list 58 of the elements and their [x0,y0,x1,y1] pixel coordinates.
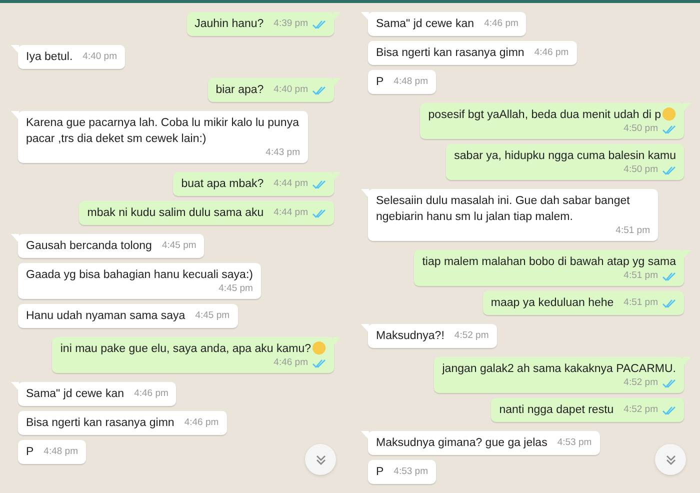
message-text: Gausah bercanda tolong [26,239,152,254]
message-text: P [376,75,384,90]
message-text: buat apa mbak? [181,177,264,192]
message-text: nanti ngga dapet restu [499,403,614,418]
message-text: Maksudnya?! [376,329,444,344]
message-time: 4:43 pm [266,147,300,159]
message-text: Karena gue pacarnya lah. Coba lu mikir kalo lu punya pacar ,trs dia deket sm cewek lain:) [26,116,300,147]
message-time: 4:46 pm [134,388,168,400]
message-time: 4:52 pm [454,330,489,342]
message-time: 4:46 pm [484,18,518,30]
message-time: 4:46 pm [184,417,219,429]
message-time: 4:44 pm [274,178,308,190]
message-time: 4:51 pm [624,270,658,282]
message-text: Iya betul. [26,50,73,65]
message-time: 4:45 pm [162,240,196,252]
message-time: 4:50 pm [624,123,658,135]
message-text: Sama" jd cewe kan [26,387,124,402]
message-text: Jauhin hanu? [194,17,264,32]
message-text: maap ya keduluan hehe [490,296,614,311]
message-text: P [26,445,34,460]
message-time: 4:52 pm [624,404,658,416]
message-text: P [376,465,384,480]
message-text: Bisa ngerti kan rasanya gimn [376,46,524,61]
message-text: jangan galak2 ah sama kakaknya PACARMU. [442,362,676,377]
message-text: biar apa? [216,83,264,98]
message-time: 4:40 pm [274,84,308,96]
message-time: 4:46 pm [274,357,308,369]
message-time: 4:53 pm [557,437,592,449]
message-text: Selesaiin dulu masalah ini. Gue dah sabar banget ngebiarin hanu sm lu jalan tiap malem. [376,194,631,225]
message-time: 4:50 pm [624,164,658,176]
message-time: 4:45 pm [195,310,230,322]
message-time: 4:48 pm [394,76,428,88]
message-text: Bisa ngerti kan rasanya gimn [26,416,174,431]
message-time: 4:48 pm [44,446,78,458]
scroll-down-button[interactable] [305,444,336,475]
message-text: mbak ni kudu salim dulu sama aku [87,206,264,221]
message-text: Hanu udah nyaman sama saya [26,309,186,324]
message-text: Maksudnya gimana? gue ga jelas [376,436,548,451]
message-text: tiap malem malahan bobo di bawah atap yg sama [422,255,676,270]
message-time: 4:53 pm [394,466,428,478]
message-time: 4:44 pm [274,207,308,219]
message-time: 4:51 pm [616,225,650,237]
message-time: 4:52 pm [624,377,658,389]
message-time: 4:46 pm [534,47,569,59]
double-chevron-down-icon [314,454,326,466]
emoji-icon [662,107,676,121]
message-text: sabar ya, hidupku ngga cuma balesin kamu [454,149,676,164]
scroll-down-button[interactable] [655,444,686,475]
message-text: Gaada yg bisa bahagian hanu kecuali saya:) [26,268,253,283]
message-time: 4:45 pm [218,283,253,295]
message-time: 4:51 pm [624,297,658,309]
message-time: 4:40 pm [82,51,117,63]
message-text: ini mau pake gue elu, saya anda, apa aku kamu? [60,341,326,357]
message-text: Sama" jd cewe kan [376,17,474,32]
emoji-icon [312,341,326,355]
message-time: 4:39 pm [274,18,308,30]
message-text: posesif bgt yaAllah, beda dua menit udah di p [428,107,676,123]
double-chevron-down-icon [664,454,676,466]
